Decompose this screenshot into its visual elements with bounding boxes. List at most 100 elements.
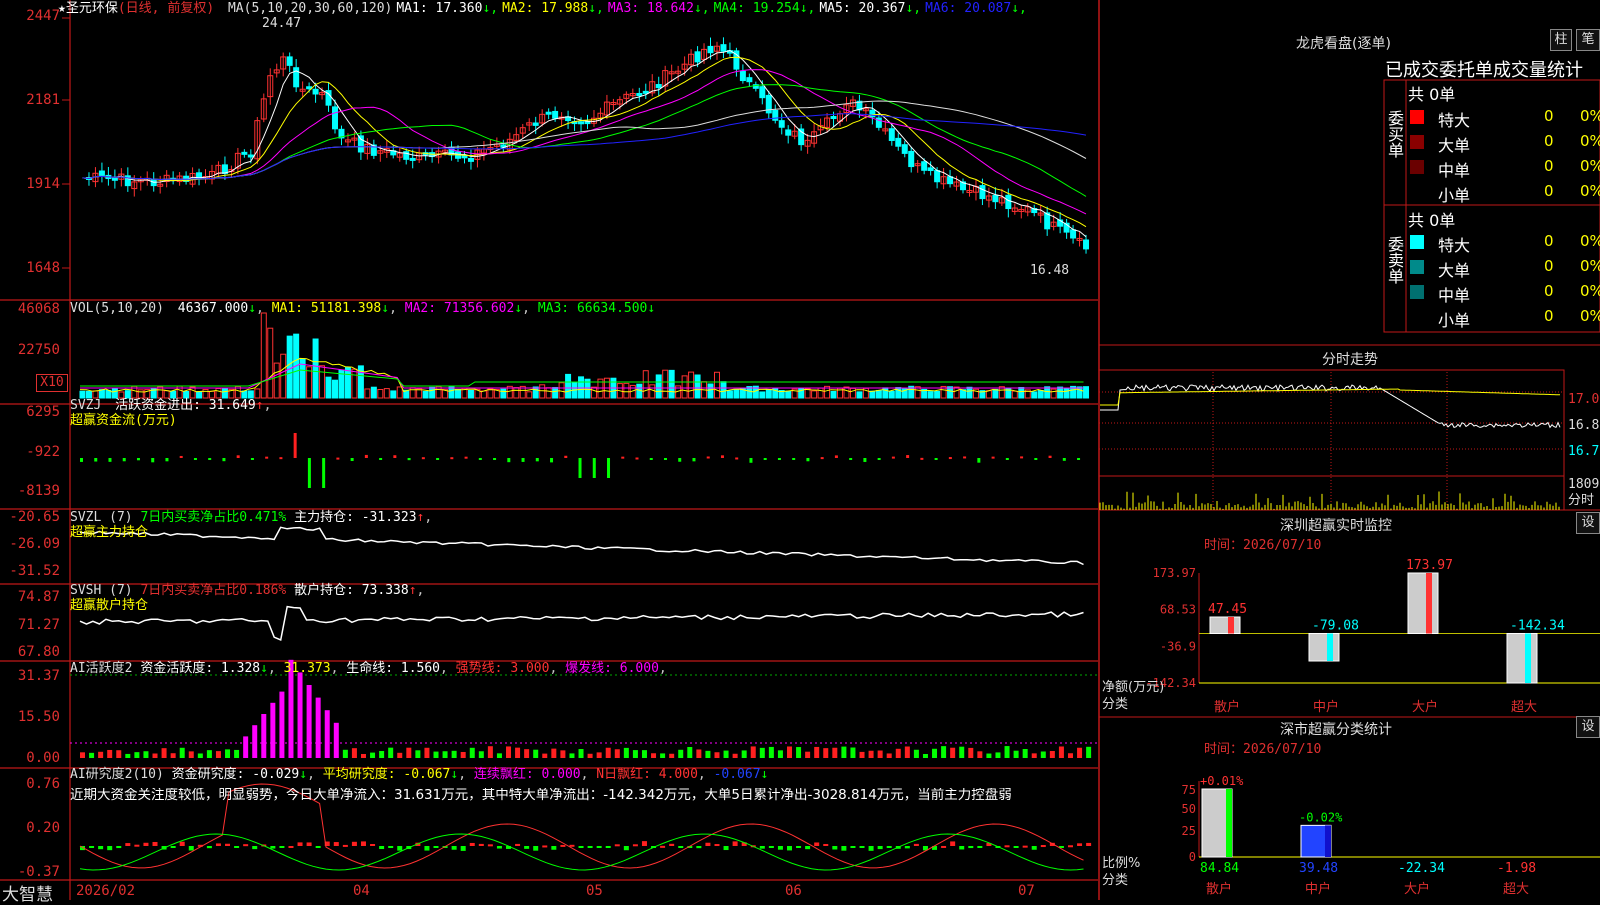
svzj-bar: [877, 458, 881, 460]
volume-bar: [655, 374, 662, 399]
ai2-bar: [379, 846, 385, 850]
stock-name[interactable]: 圣元环保: [66, 1, 118, 16]
svzj-bar: [578, 458, 582, 478]
svzj-bar: [407, 458, 411, 461]
ai1-bar: [904, 746, 910, 758]
ai1-bar: [932, 748, 938, 758]
ai1-bar: [234, 749, 240, 758]
monitor-title: 深圳超赢实时监控: [1280, 518, 1392, 534]
volume-bar: [590, 386, 597, 399]
ai1-bar: [777, 750, 783, 758]
ai2-bar: [487, 844, 493, 847]
ai1-bar: [941, 746, 947, 758]
monitor-bar: [1209, 616, 1241, 634]
classify-category: 散户: [1206, 881, 1232, 897]
svsh-line: [79, 605, 1084, 642]
ai2-bar: [234, 846, 240, 848]
price-axis-2: 2181: [26, 92, 60, 108]
ai2-bar: [315, 846, 321, 848]
svzj-bar: [222, 458, 226, 462]
volume-bar: [1076, 386, 1083, 399]
ai1-bar: [986, 753, 992, 758]
ai2-bar: [723, 846, 729, 851]
svzl-axis-1: -20.65: [9, 509, 60, 525]
volume-bar: [111, 387, 118, 399]
svzj-bar: [763, 458, 767, 460]
ai1-bar: [442, 751, 448, 758]
classify-bar-top: +0.01%: [1200, 774, 1244, 788]
volume-bar: [208, 390, 215, 399]
ai1-bar: [433, 751, 439, 758]
monitor-bar-accent: [1426, 573, 1432, 634]
volume-bar: [1011, 390, 1018, 399]
monitor-bar-label: -142.34: [1510, 618, 1565, 633]
candle-body: [694, 51, 701, 63]
ai2-bar: [587, 846, 593, 848]
volume-bar: [934, 390, 941, 399]
monitor-xlabel: 分类: [1102, 697, 1129, 712]
monitor-time: 时间：2026/07/10: [1204, 538, 1322, 553]
monitor-bar-accent: [1228, 616, 1234, 634]
ai2-bar: [469, 842, 475, 846]
svzj-bar: [136, 458, 140, 461]
svzl-label2: 主力持仓: -31.323: [294, 510, 417, 525]
monitor-settings-button[interactable]: 设: [1576, 512, 1600, 534]
ai1-bar: [560, 750, 566, 758]
svzj-bar: [607, 458, 611, 478]
volume-bar: [286, 335, 293, 399]
volume-bar: [1050, 388, 1057, 399]
volume-bar: [681, 375, 688, 399]
ai2-bar: [578, 846, 584, 848]
ai2-bar: [1004, 845, 1010, 848]
tick-mode-button[interactable]: 笔: [1576, 29, 1600, 51]
ai2-bar: [351, 841, 357, 846]
ai1-bar: [306, 685, 312, 758]
ai1-bar: [125, 753, 131, 758]
svzj-bar: [649, 458, 653, 460]
candle-body: [332, 106, 338, 130]
classify-settings-button[interactable]: 设: [1576, 716, 1600, 738]
volume-bar: [785, 390, 792, 399]
svzj-axis-3: -8139: [17, 483, 60, 499]
volume-bar: [713, 371, 720, 399]
volume-bar: [137, 389, 144, 399]
volume-bar: [344, 367, 351, 399]
ai1-bar: [342, 749, 348, 758]
volume-bar: [565, 373, 572, 399]
volume-bar: [707, 383, 714, 399]
fenshi-axis-3: 16.72: [1568, 444, 1600, 459]
ma-item-3: MA3: 18.642: [607, 1, 694, 16]
ai2-label2: 平均研究度: -0.067: [322, 767, 451, 782]
candle-body: [934, 170, 941, 183]
ai1-bar: [632, 750, 638, 758]
sell-row-4: 小单 0 0%: [1408, 306, 1600, 330]
svzj-bar: [350, 458, 354, 462]
ai2-bar: [515, 843, 521, 846]
vol-ma3: MA3: 66634.500: [537, 301, 648, 316]
ai1-bar: [714, 752, 720, 758]
ma-item-5: MA5: 20.367: [819, 1, 906, 16]
volume-bar: [254, 388, 261, 399]
volume-bar: [422, 390, 429, 399]
sell-total: 共 0单: [1408, 211, 1456, 230]
ai1-bar: [469, 747, 475, 758]
candle-body: [1005, 194, 1012, 210]
ai1-bar: [977, 751, 983, 758]
candle-body: [150, 179, 157, 187]
bar-mode-button[interactable]: 柱: [1550, 29, 1572, 51]
ai1-bar: [524, 749, 530, 758]
ai1-bar: [324, 710, 330, 758]
volume-bar: [455, 388, 462, 399]
ai1-bar: [886, 753, 892, 758]
volume-bar: [215, 388, 222, 399]
sell-row-name: 特大: [1438, 236, 1471, 255]
volume-bar: [849, 387, 856, 399]
svzj-bar: [1062, 458, 1066, 461]
ai2-bar: [270, 846, 276, 849]
ai1-bar: [460, 751, 466, 758]
vol-value: 46367.000: [177, 301, 249, 316]
svzj-bar: [906, 455, 910, 458]
ai2-bar: [596, 846, 602, 848]
volume-bar: [875, 389, 882, 399]
volume-bar: [312, 338, 319, 399]
